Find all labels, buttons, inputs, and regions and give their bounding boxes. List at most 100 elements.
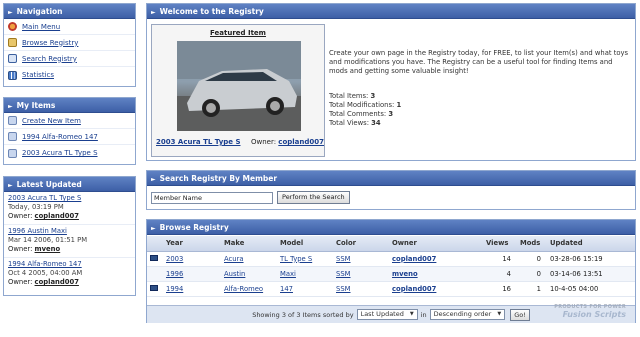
arrow-icon: ► <box>8 182 13 189</box>
featured-car-photo[interactable] <box>177 41 301 131</box>
member-name-input[interactable] <box>151 191 273 204</box>
my-item-acura[interactable]: 2003 Acura TL Type S <box>4 145 135 161</box>
column-header-owner[interactable]: Owner <box>389 236 483 252</box>
featured-owner-link[interactable]: copland007 <box>278 138 324 146</box>
featured-item-link[interactable]: 2003 Acura TL Type S <box>156 138 241 146</box>
my-item-label[interactable]: 2003 Acura TL Type S <box>22 145 98 161</box>
cell-make[interactable]: Acura <box>224 255 244 263</box>
latest-entry: 1996 Austin Maxi Mar 14 2006, 01:51 PM O… <box>4 225 135 258</box>
sort-by-select[interactable]: Last Updated ▼ <box>356 309 418 320</box>
cell-make[interactable]: Austin <box>224 270 245 278</box>
latest-entry-date: Mar 14 2006, 01:51 PM <box>8 236 88 244</box>
cell-make[interactable]: Alfa-Romeo <box>224 285 263 293</box>
search-icon <box>8 54 17 63</box>
column-header-color[interactable]: Color <box>333 236 389 252</box>
sort-by-value: Last Updated <box>360 310 404 318</box>
cell-model[interactable]: TL Type S <box>280 255 312 263</box>
cell-owner[interactable]: copland007 <box>392 285 436 293</box>
latest-entry: 1994 Alfa-Romeo 147 Oct 4 2005, 04:00 AM… <box>4 258 135 290</box>
stat-row: Total Comments: 3 <box>329 110 401 119</box>
cell-views: 4 <box>483 266 517 282</box>
my-item-label[interactable]: 1994 Alfa-Romeo 147 <box>22 129 98 145</box>
cell-mods: 0 <box>517 251 547 267</box>
latest-updated-panel: ► Latest Updated 2003 Acura TL Type S Tod… <box>3 176 136 296</box>
my-item-label[interactable]: Create New Item <box>22 113 81 129</box>
latest-entry-owner[interactable]: mveno <box>35 245 61 253</box>
cell-color[interactable]: SSM <box>336 285 351 293</box>
cell-color[interactable]: SSM <box>336 270 351 278</box>
sort-order-select[interactable]: Descending order ▼ <box>429 309 506 320</box>
cell-model[interactable]: Maxi <box>280 270 296 278</box>
perform-search-button[interactable]: Perform the Search <box>277 191 350 204</box>
owner-label: Owner: <box>250 138 277 146</box>
nav-item-statistics[interactable]: Statistics <box>4 67 135 83</box>
cell-updated: 03-14-06 13:51 <box>547 266 635 282</box>
my-items-title: My Items <box>16 101 56 110</box>
featured-item-title: Featured Item <box>210 29 266 37</box>
chevron-down-icon: ▼ <box>409 311 414 317</box>
photo-column-header <box>147 236 163 252</box>
nav-item-label[interactable]: Main Menu <box>22 19 60 35</box>
cell-views: 16 <box>483 281 517 297</box>
stat-label: Total Items: <box>329 92 369 100</box>
cell-year[interactable]: 2003 <box>166 255 183 263</box>
search-panel: ►Search Registry By Member Perform the S… <box>146 170 636 210</box>
latest-entry-owner[interactable]: copland007 <box>35 212 79 220</box>
photo-icon[interactable] <box>150 284 158 291</box>
latest-entry-title[interactable]: 1996 Austin Maxi <box>8 227 67 235</box>
my-items-header: ► My Items <box>4 98 135 113</box>
featured-item-box: Featured Item 2003 Acura TL Type S Owner… <box>151 24 325 157</box>
my-item-create-new[interactable]: Create New Item <box>4 113 135 129</box>
photo-icon[interactable] <box>150 254 158 261</box>
stat-label: Total Comments: <box>329 110 387 118</box>
nav-item-label[interactable]: Browse Registry <box>22 35 78 51</box>
go-button[interactable]: Go! <box>510 308 530 321</box>
table-row: 2003 Acura TL Type S SSM copland007 14 0… <box>147 251 635 267</box>
latest-updated-header: ► Latest Updated <box>4 177 135 192</box>
item-icon <box>8 132 17 141</box>
column-header-year[interactable]: Year <box>163 236 221 252</box>
nav-item-label[interactable]: Search Registry <box>22 51 77 67</box>
item-icon <box>8 148 17 158</box>
column-header-views[interactable]: Views <box>483 236 517 252</box>
column-header-updated[interactable]: Updated <box>547 236 635 252</box>
cell-year[interactable]: 1996 <box>166 270 183 278</box>
welcome-intro: Create your own page in the Registry tod… <box>329 49 629 75</box>
cell-owner[interactable]: copland007 <box>392 255 436 263</box>
browse-title: Browse Registry <box>159 223 229 232</box>
cell-owner[interactable]: mveno <box>392 270 418 278</box>
chevron-down-icon: ▼ <box>497 311 502 317</box>
search-row: Perform the Search <box>151 191 350 204</box>
my-item-alfa-romeo[interactable]: 1994 Alfa-Romeo 147 <box>4 129 135 145</box>
latest-entry-title[interactable]: 2003 Acura TL Type S <box>8 194 81 202</box>
nav-item-label[interactable]: Statistics <box>22 67 54 83</box>
nav-item-main-menu[interactable]: Main Menu <box>4 19 135 35</box>
cell-model[interactable]: 147 <box>280 285 293 293</box>
stat-label: Total Modifications: <box>329 101 395 109</box>
sort-order-value: Descending order <box>433 310 492 318</box>
stat-value: 1 <box>396 101 402 109</box>
cell-color[interactable]: SSM <box>336 255 351 263</box>
featured-caption: 2003 Acura TL Type S Owner: copland007 <box>156 138 324 146</box>
column-header-make[interactable]: Make <box>221 236 277 252</box>
table-row: 1994 Alfa-Romeo 147 SSM copland007 16 1 … <box>147 281 635 297</box>
column-header-model[interactable]: Model <box>277 236 333 252</box>
column-header-mods[interactable]: Mods <box>517 236 547 252</box>
nav-item-browse-registry[interactable]: Browse Registry <box>4 35 135 51</box>
nav-item-search-registry[interactable]: Search Registry <box>4 51 135 67</box>
cell-views: 14 <box>483 251 517 267</box>
browse-icon <box>8 38 17 47</box>
welcome-panel: ► Welcome to the Registry Featured Item 2… <box>146 3 636 161</box>
latest-entry-owner[interactable]: copland007 <box>35 278 79 286</box>
navigation-title: Navigation <box>16 7 63 16</box>
latest-entry-title[interactable]: 1994 Alfa-Romeo 147 <box>8 260 82 268</box>
arrow-icon: ► <box>151 176 156 183</box>
cell-updated: 03-28-06 15:19 <box>547 251 635 267</box>
stat-value: 3 <box>370 92 376 100</box>
welcome-title: Welcome to the Registry <box>159 7 264 16</box>
featured-owner: Owner: copland007 <box>251 138 324 146</box>
photo-cell <box>147 251 163 267</box>
browse-header-row: Year Make Model Color Owner Views Mods U… <box>147 236 635 252</box>
arrow-icon: ► <box>151 225 156 232</box>
cell-year[interactable]: 1994 <box>166 285 183 293</box>
